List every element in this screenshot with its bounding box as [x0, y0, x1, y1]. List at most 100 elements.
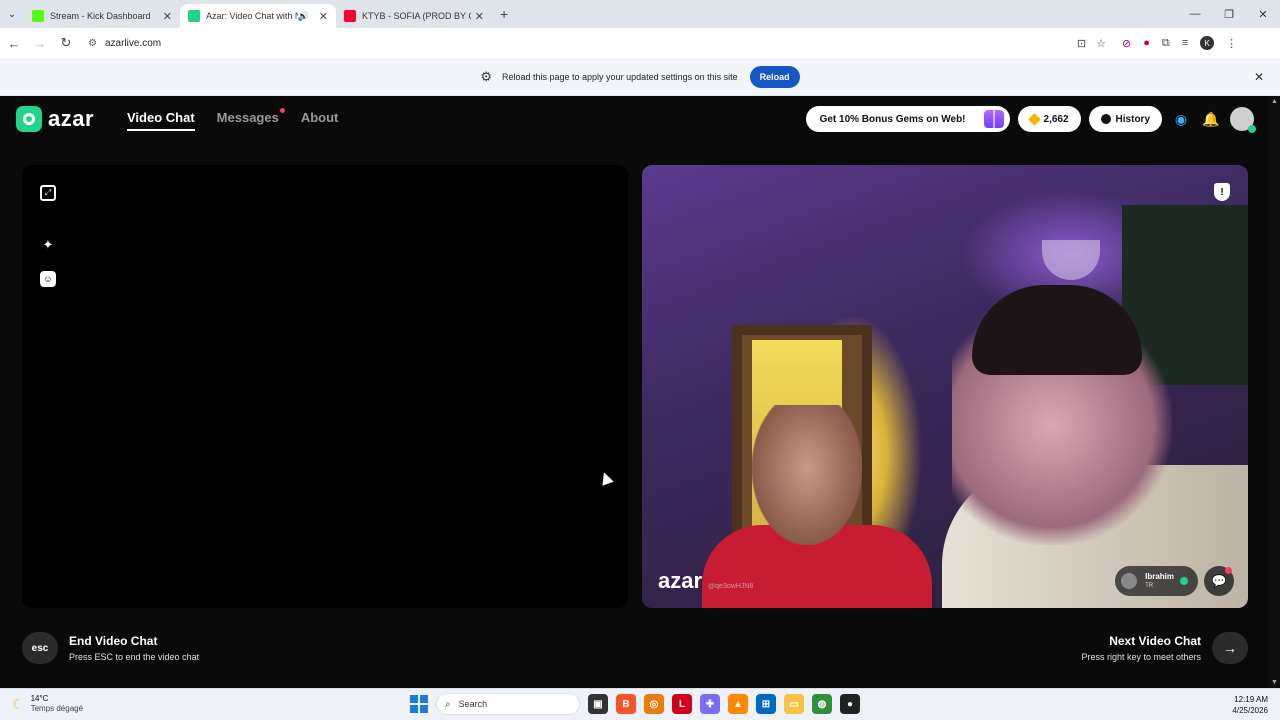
partner-video-panel: ! azar @qe3owHJN8 Ibrahim TR 💬	[642, 165, 1248, 608]
reload-infobar: ⚙ Reload this page to apply your updated…	[0, 58, 1280, 96]
system-clock[interactable]: 12:19 AM 4/25/2026	[1232, 694, 1268, 716]
page-scrollbar[interactable]: ▲ ▼	[1268, 96, 1280, 688]
partner-name: Ibrahim	[1145, 572, 1174, 581]
chrome-icon[interactable]: ◍	[812, 694, 832, 714]
next-chat-hint: Next Video Chat Press right key to meet …	[1081, 632, 1248, 664]
restore-icon[interactable]: ❐	[1212, 8, 1246, 21]
folder-icon[interactable]: ▭	[784, 694, 804, 714]
tab-search-icon[interactable]: ⌄	[0, 0, 24, 28]
brave-icon[interactable]: B	[616, 694, 636, 714]
nav-about[interactable]: About	[301, 110, 339, 131]
l-app-icon[interactable]: L	[672, 694, 692, 714]
url-bar[interactable]: ⚙ azarlive.com ⊡ ☆	[84, 31, 1114, 55]
window-controls: — ❐ ✕	[1178, 0, 1280, 28]
history-button[interactable]: History	[1088, 106, 1162, 132]
chat-bubble-icon	[16, 106, 42, 132]
report-shield-icon[interactable]: !	[1214, 183, 1230, 201]
expand-icon[interactable]: ⤢	[40, 185, 56, 201]
windows-start-icon[interactable]	[410, 695, 428, 713]
close-window-icon[interactable]: ✕	[1246, 8, 1280, 21]
install-app-icon[interactable]: ⊡	[1077, 37, 1086, 50]
scroll-down-icon[interactable]: ▼	[1271, 679, 1278, 686]
reload-icon[interactable]: ↻	[54, 35, 78, 51]
gem-icon	[1027, 112, 1041, 126]
taskbar-search[interactable]: ⌕ Search	[436, 693, 580, 715]
chat-bubble-icon: 💬	[1211, 574, 1227, 588]
nav-video-chat[interactable]: Video Chat	[127, 110, 195, 131]
end-chat-button[interactable]: esc	[22, 632, 58, 664]
browser-tab-kick[interactable]: Stream - Kick Dashboard ✕	[24, 4, 180, 28]
chat-globe-icon[interactable]: ◉	[1170, 108, 1192, 130]
record-extension-icon[interactable]: ●	[1143, 37, 1150, 49]
bonus-gems-button[interactable]: Get 10% Bonus Gems on Web!	[805, 106, 1010, 132]
speaker-icon[interactable]: 🔊	[298, 11, 309, 22]
kebab-menu-icon[interactable]: ⋮	[1226, 37, 1237, 50]
vlc-icon[interactable]: ▲	[728, 694, 748, 714]
promo-label: Get 10% Bonus Gems on Web!	[819, 113, 966, 125]
nav-messages-label: Messages	[216, 110, 279, 125]
close-icon[interactable]: ✕	[1254, 70, 1264, 84]
end-chat-subtitle: Press ESC to end the video chat	[69, 652, 200, 662]
person-right-hair	[972, 285, 1142, 375]
person-left	[752, 405, 862, 545]
gift-icon	[983, 110, 1004, 128]
blocker-extension-icon[interactable]: ⊘	[1122, 37, 1131, 50]
gamepad-icon[interactable]: ✚	[700, 694, 720, 714]
nav-messages[interactable]: Messages	[216, 108, 285, 131]
kick-favicon-icon	[32, 10, 44, 22]
browser-tab-azar[interactable]: Azar: Video Chat with New 🔊 ✕	[180, 4, 336, 28]
plus-icon[interactable]: +	[500, 6, 508, 22]
chat-button[interactable]: 💬	[1204, 566, 1234, 596]
watermark-brand: azar	[658, 568, 703, 593]
tab-title: Azar: Video Chat with New	[206, 11, 298, 21]
azar-logo[interactable]: azar	[16, 106, 94, 132]
end-chat-hint: esc End Video Chat Press ESC to end the …	[22, 632, 199, 664]
puzzle-icon[interactable]: ⧉	[1162, 37, 1170, 50]
tab-title: Stream - Kick Dashboard	[50, 11, 151, 21]
next-chat-button[interactable]: →	[1212, 632, 1248, 664]
partner-profile-chip[interactable]: Ibrahim TR	[1115, 566, 1198, 596]
face-filter-icon[interactable]: ☺	[40, 271, 56, 287]
main-nav: Video Chat Messages About	[127, 108, 339, 131]
reload-button[interactable]: Reload	[749, 65, 800, 88]
close-tab-icon[interactable]: ✕	[319, 10, 328, 23]
profile-avatar[interactable]: K	[1200, 36, 1215, 50]
arrow-right-icon: →	[1223, 640, 1237, 656]
browser-tab-youtube[interactable]: KTYB - SOFIA (PROD BY GAL3Y ✕	[336, 4, 492, 28]
media-control-icon[interactable]: ≡	[1182, 37, 1188, 49]
gear-icon: ⚙	[480, 68, 492, 84]
youtube-favicon-icon	[344, 10, 356, 22]
back-arrow-icon[interactable]: ←	[2, 36, 26, 51]
moon-icon: ☾	[12, 695, 25, 712]
scroll-up-icon[interactable]: ▲	[1271, 98, 1278, 105]
blender-icon[interactable]: ◎	[644, 694, 664, 714]
self-video-panel: ⤢ ✦ ☺	[22, 165, 628, 608]
header-actions: Get 10% Bonus Gems on Web! 2,662 History…	[805, 106, 1256, 133]
partner-user-id: @qe3owHJN8	[708, 583, 754, 590]
clock-icon	[1100, 114, 1111, 124]
brand-wordmark: azar	[48, 106, 95, 131]
site-settings-icon[interactable]: ⚙	[88, 38, 97, 49]
task-view-icon[interactable]: ▣	[588, 694, 608, 714]
gems-balance-button[interactable]: 2,662	[1017, 106, 1081, 132]
obs-icon[interactable]: ●	[840, 694, 860, 714]
magic-wand-icon[interactable]: ✦	[40, 237, 56, 253]
verified-icon	[1180, 577, 1188, 585]
user-avatar[interactable]	[1230, 107, 1256, 133]
tab-title: KTYB - SOFIA (PROD BY GAL3Y	[362, 11, 471, 21]
minimize-icon[interactable]: —	[1178, 8, 1212, 20]
weather-widget[interactable]: ☾ 14°C Temps dégagé	[12, 694, 83, 714]
windows-taskbar: ☾ 14°C Temps dégagé ⌕ Search ▣ B ◎ L ✚ ▲…	[0, 688, 1280, 720]
next-chat-title: Next Video Chat	[1109, 634, 1201, 648]
close-tab-icon[interactable]: ✕	[163, 10, 172, 23]
bell-icon[interactable]: 🔔	[1200, 108, 1222, 130]
browser-tabstrip: ⌄ Stream - Kick Dashboard ✕ Azar: Video …	[0, 0, 1280, 28]
history-label: History	[1115, 113, 1150, 125]
forward-arrow-icon[interactable]: →	[28, 36, 52, 51]
bookmark-star-icon[interactable]: ☆	[1096, 37, 1106, 50]
store-icon[interactable]: ⊞	[756, 694, 776, 714]
weather-temp: 14°C	[30, 694, 49, 703]
extensions-row: ⊘ ● ⧉ ≡ K ⋮	[1122, 36, 1237, 50]
close-tab-icon[interactable]: ✕	[475, 10, 484, 23]
search-icon: ⌕	[445, 698, 451, 710]
